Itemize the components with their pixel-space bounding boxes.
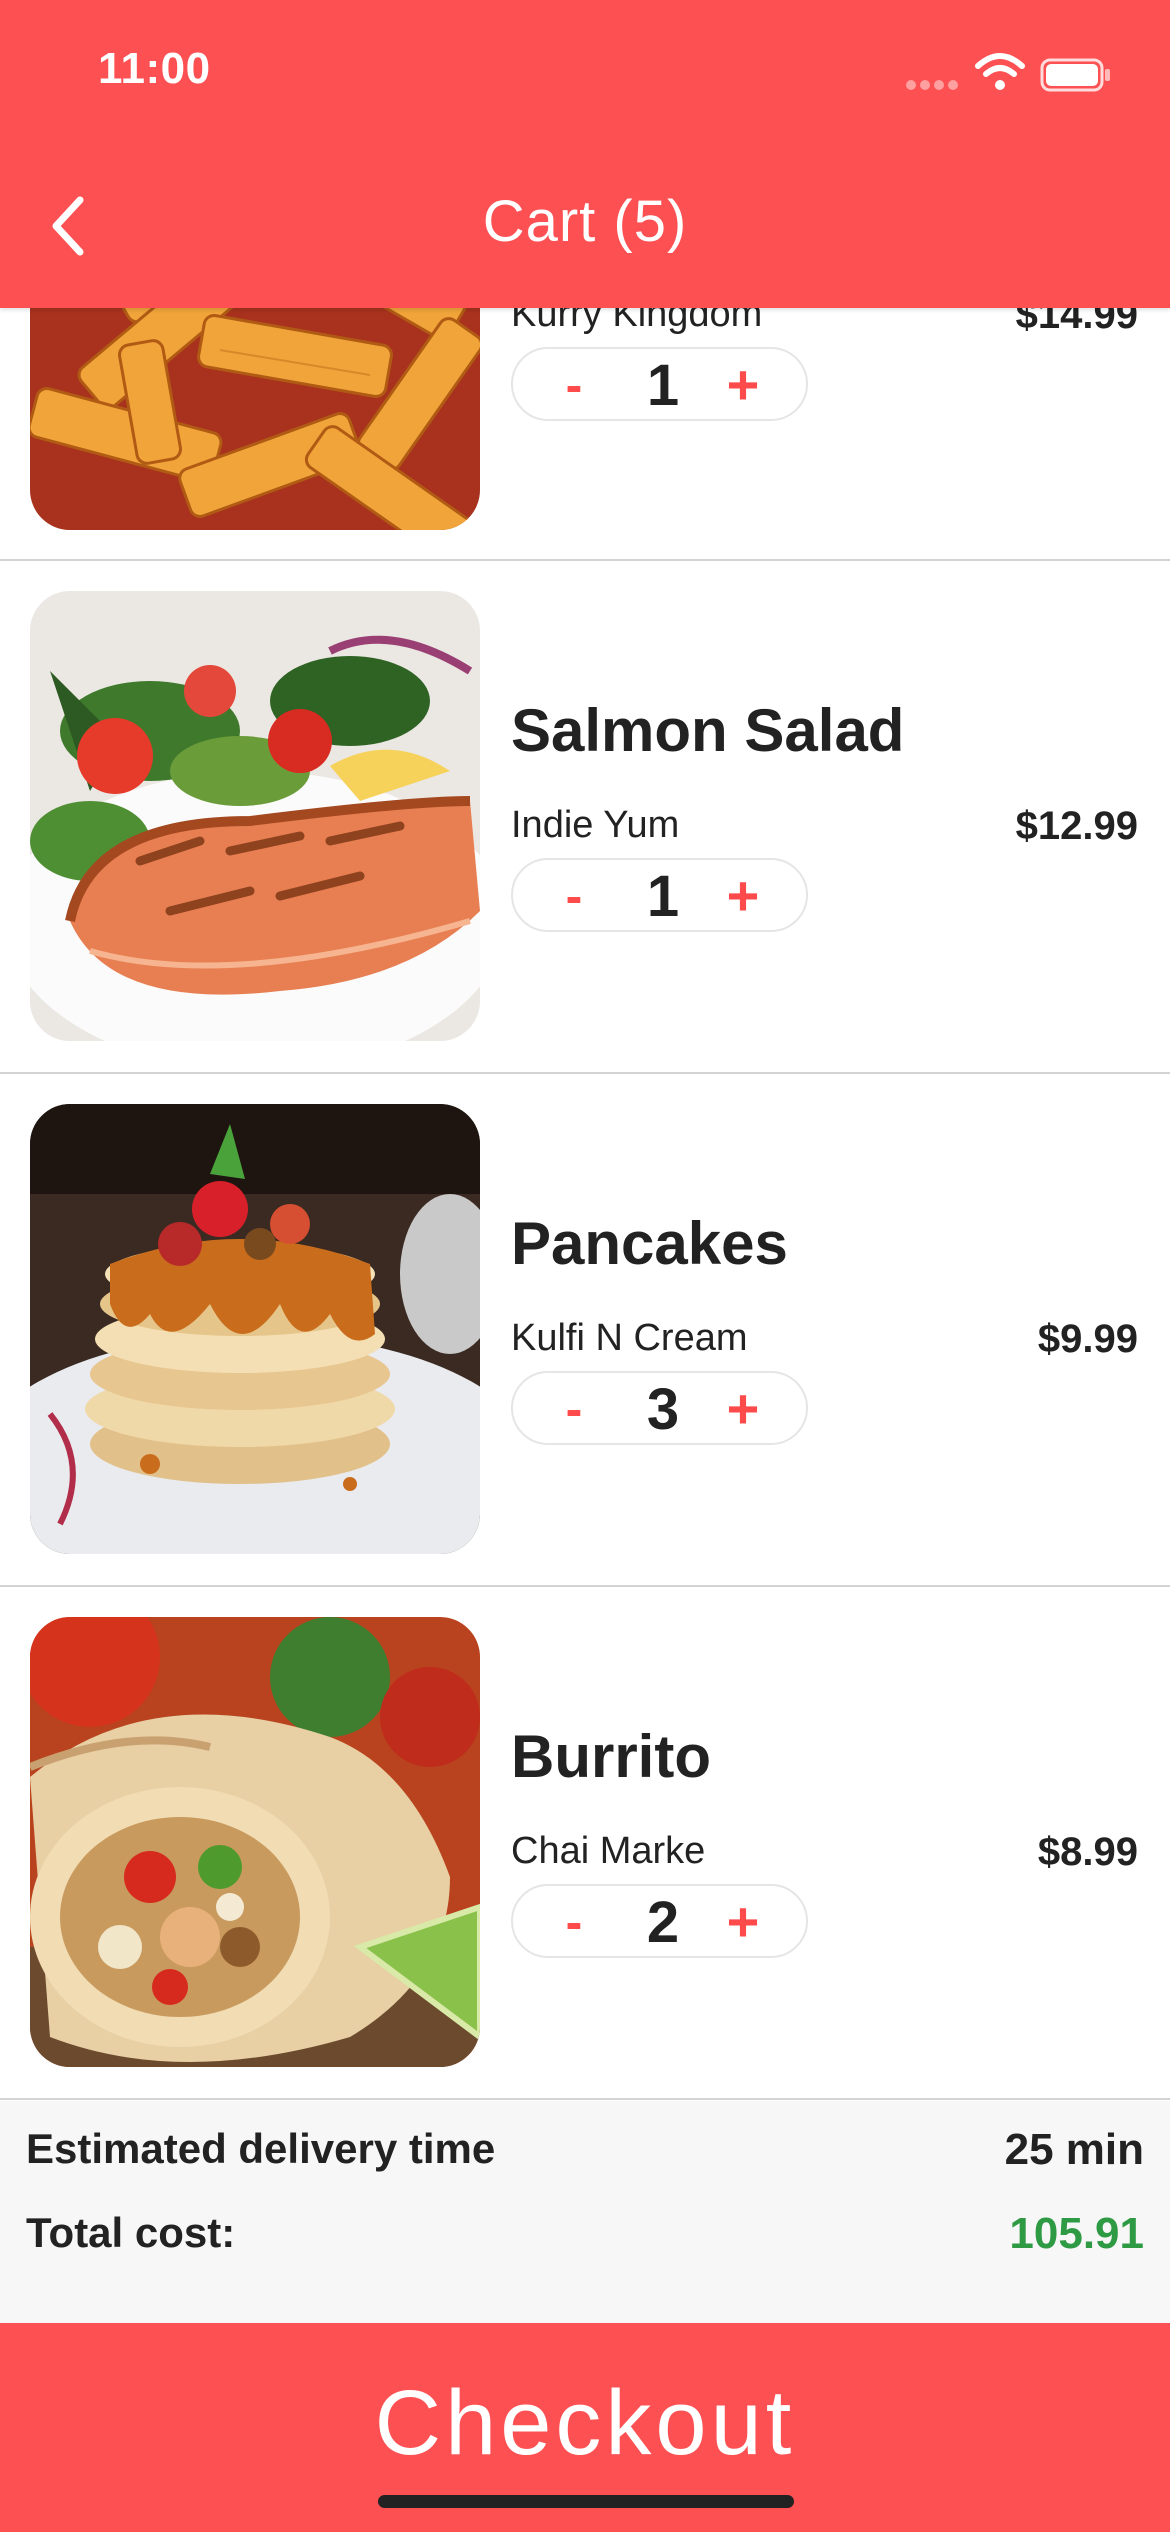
item-name: Burrito [511,1723,711,1790]
quantity-value: 1 [646,864,680,929]
order-summary: Estimated delivery time 25 min Total cos… [0,2101,1170,2323]
item-name: Pancakes [511,1210,788,1277]
battery-icon [1040,58,1110,92]
item-price: $9.99 [1037,1317,1138,1361]
delivery-time-value: 25 min [1004,2125,1144,2174]
nav-bar: 11:00 Cart (5) [0,0,1170,308]
burrito-image [30,1617,480,2067]
increment-button[interactable]: + [713,355,773,415]
checkout-button[interactable]: Checkout [0,2323,1170,2532]
item-restaurant: Kulfi N Cream [511,1317,748,1359]
page-title: Cart (5) [482,189,688,254]
total-cost-value: 105.91 [1009,2209,1144,2258]
home-indicator [378,2495,794,2508]
quantity-stepper: - 1 + [511,858,808,932]
decrement-button[interactable]: - [549,355,599,415]
pancakes-image [30,1104,480,1554]
item-price: $8.99 [1037,1830,1138,1874]
increment-button[interactable]: + [713,1892,773,1952]
increment-button[interactable]: + [713,866,773,926]
total-cost-label: Total cost: [26,2209,236,2256]
decrement-button[interactable]: - [549,866,599,926]
salmon-salad-image [30,591,480,1041]
checkout-label: Checkout [374,2372,796,2474]
total-cost-row: Total cost: 105.91 [26,2209,1144,2269]
decrement-button[interactable]: - [549,1892,599,1952]
increment-button[interactable]: + [713,1379,773,1439]
cart-item: Burrito Chai Marke $8.99 - 2 + [0,1587,1170,2100]
status-time: 11:00 [98,44,211,93]
cellular-signal-icon [906,80,958,90]
cart-item: Salmon Salad Indie Yum $12.99 - 1 + [0,561,1170,1074]
quantity-stepper: - 3 + [511,1371,808,1445]
quantity-stepper: - 1 + [511,347,808,421]
cart-screen: Kurry Kingdom $14.99 - 1 + Salmon Salad … [0,0,1170,2532]
quantity-value: 3 [646,1377,680,1442]
decrement-button[interactable]: - [549,1379,599,1439]
item-price: $12.99 [1015,804,1138,848]
cart-item: Pancakes Kulfi N Cream $9.99 - 3 + [0,1074,1170,1587]
delivery-time-row: Estimated delivery time 25 min [26,2125,1144,2185]
quantity-value: 2 [646,1890,680,1955]
item-name: Salmon Salad [511,697,905,764]
wifi-icon [975,53,1025,90]
delivery-time-label: Estimated delivery time [26,2125,496,2172]
item-restaurant: Indie Yum [511,804,680,846]
cart-item-list[interactable]: Kurry Kingdom $14.99 - 1 + Salmon Salad … [0,50,1170,2100]
item-restaurant: Chai Marke [511,1830,706,1872]
quantity-value: 1 [646,353,680,418]
quantity-stepper: - 2 + [511,1884,808,1958]
